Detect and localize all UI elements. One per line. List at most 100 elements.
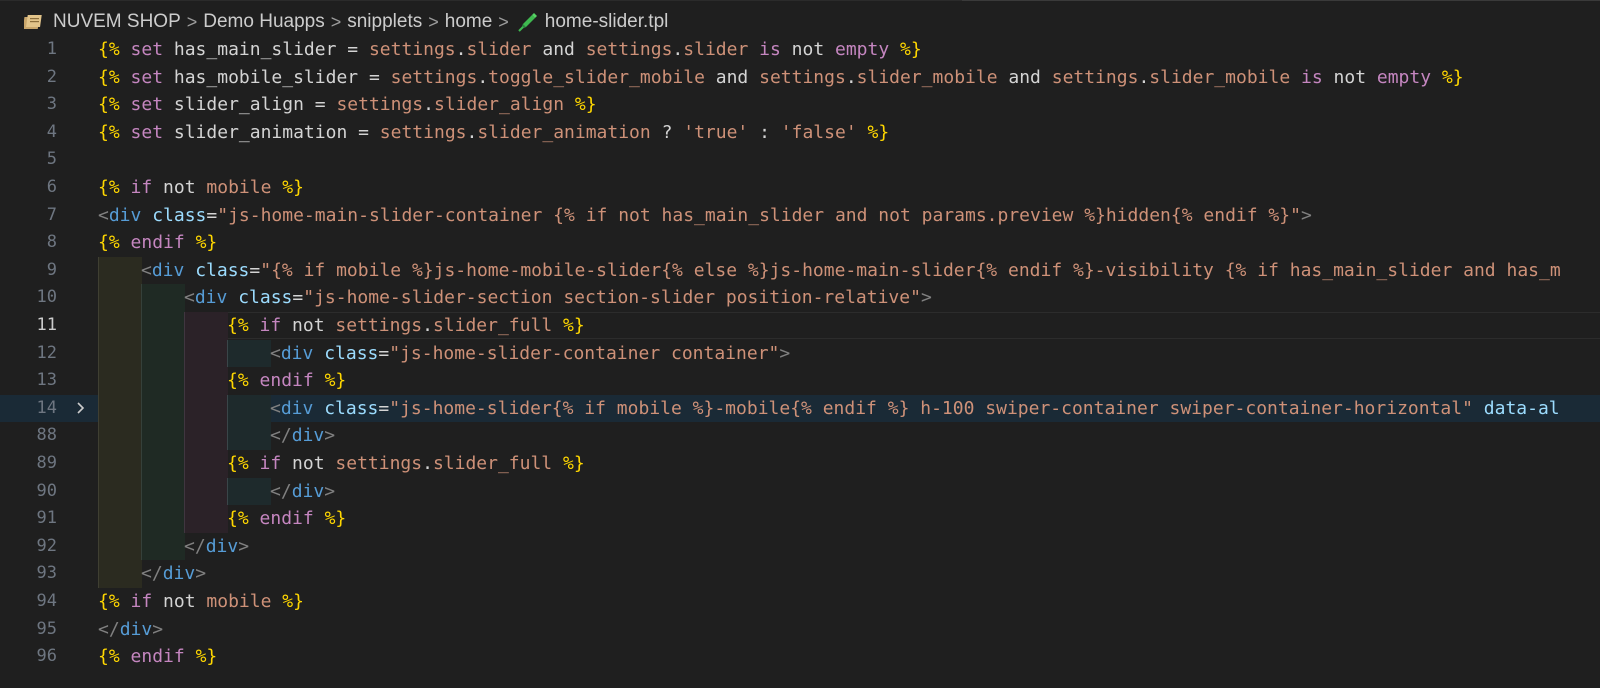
code-token: slider_animation [477,121,651,143]
code-line[interactable]: 8 {% endif %} [0,229,1600,257]
breadcrumb-item-project[interactable]: Demo Huapps [203,11,324,33]
code-text: <div class="js-home-slider-container con… [270,340,790,368]
indent-guide [98,312,142,340]
code-token: slider_mobile [856,66,998,88]
code-line[interactable]: 94 {% if not mobile %} [0,588,1600,616]
code-text: </div> [270,478,335,506]
code-text: {% if not settings.slider_full %} [227,312,585,340]
code-token: set [119,121,164,143]
code-token: endif [248,370,314,392]
line-number: 12 [36,342,57,363]
code-token: < [98,204,109,226]
code-token: set [119,66,164,88]
code-token: % [237,315,260,336]
code-line[interactable]: 90 </div> [0,477,1600,506]
breadcrumb-item-subfolder[interactable]: home [445,11,493,33]
code-token: . [455,39,467,60]
code-token: div [291,480,325,502]
code-token: . [422,453,433,474]
code-token: div [280,397,314,419]
code-token: mobile [206,591,272,612]
line-number: 91 [36,508,57,529]
code-line[interactable]: 12 <div class="js-home-slider-container c… [0,339,1600,368]
code-line[interactable]: 4 {% set slider_animation = settings.slid… [0,119,1600,147]
code-line[interactable]: 91 {% endif %} [0,505,1600,533]
chevron-right-icon[interactable] [76,395,90,423]
code-token: not [281,315,336,336]
code-token: %} [563,453,585,474]
code-editor[interactable]: 1 {% set has_main_slider = settings.slide… [0,36,1600,688]
code-line[interactable]: 95 </div> [0,616,1600,644]
code-text: {% set slider_align = settings.slider_al… [98,91,597,119]
code-token: < [184,287,195,309]
code-text: {% endif %} [98,643,217,671]
code-line[interactable]: 92 </div> [0,532,1600,561]
code-token: {% [98,177,120,198]
code-token: empty [1376,66,1432,88]
code-token: mobile [206,177,272,198]
code-line[interactable]: 88 </div> [0,422,1600,450]
code-text: {% set has_mobile_slider = settings.togg… [98,64,1464,92]
indent-guide [184,477,228,506]
code-token: not [152,591,207,612]
indent-guide [98,339,142,368]
indent-guide [98,256,142,285]
code-token: class [184,259,250,281]
code-line[interactable]: 1 {% set has_main_slider = settings.slide… [0,36,1600,64]
code-token: {% [98,591,120,612]
line-number: 6 [46,177,57,197]
code-token: class [141,204,207,226]
breadcrumb-item-file[interactable]: home-slider.tpl [545,11,669,33]
code-token: settings [1051,66,1139,88]
code-line[interactable]: 5 [0,146,1600,174]
line-number: 90 [36,480,57,501]
code-token: { [227,315,238,336]
code-token: class [313,342,379,364]
line-number: 8 [46,232,57,253]
breadcrumb-item-folder[interactable]: snipplets [347,11,422,33]
indent-guide [98,560,142,588]
code-token: </ [184,535,206,557]
chevron-right-icon: > [428,11,439,32]
code-text: {% set slider_animation = settings.slide… [98,119,889,147]
code-token: if [259,315,282,336]
breadcrumb-item-root[interactable]: NUVEM SHOP [53,11,181,33]
code-line[interactable]: 7 <div class="js-home-main-slider-contain… [0,202,1600,230]
code-token: div [162,563,196,585]
code-line[interactable]: 89 {% if not settings.slider_full %} [0,450,1600,478]
code-line[interactable]: 13 {% endif %} [0,367,1600,395]
indent-guide [184,339,228,368]
code-token: > [238,535,250,557]
code-token: < [270,342,281,364]
code-text: </div> [184,533,249,561]
code-line[interactable]: 6 {% if not mobile %} [0,174,1600,202]
code-line[interactable]: 3 {% set slider_align = settings.slider_a… [0,91,1600,119]
code-token: not [281,453,336,474]
code-line[interactable]: 9 <div class="{% if mobile %}js-home-mobi… [0,256,1600,285]
code-token: div [280,342,314,364]
code-token: {% [98,39,120,60]
code-line[interactable]: 93 </div> [0,560,1600,588]
indent-guide [184,450,228,478]
code-token: 'true' [683,121,749,143]
code-line[interactable]: 14 <div class="js-home-slider{% if mobile… [0,394,1600,423]
code-line[interactable]: 10 <div class="js-home-slider-section sec… [0,284,1600,312]
code-token: "js-home-main-slider-container {% if not… [217,204,1301,226]
code-line[interactable]: 2 {% set has_mobile_slider = settings.tog… [0,64,1600,92]
code-line[interactable]: 11 {% if not settings.slider_full %} [0,312,1600,340]
indent-guide [141,450,185,478]
indent-guide [141,505,185,533]
code-token: class [227,287,293,309]
indent-guide [98,422,142,450]
indent-guide [98,284,142,312]
code-token: %} [563,315,585,336]
indent-guide [98,505,142,533]
code-token: {% [227,508,249,530]
code-line[interactable]: 96 {% endif %} [0,643,1600,671]
code-token: settings [759,66,846,88]
code-token: settings [335,315,423,336]
code-text: {% if not mobile %} [98,174,304,202]
